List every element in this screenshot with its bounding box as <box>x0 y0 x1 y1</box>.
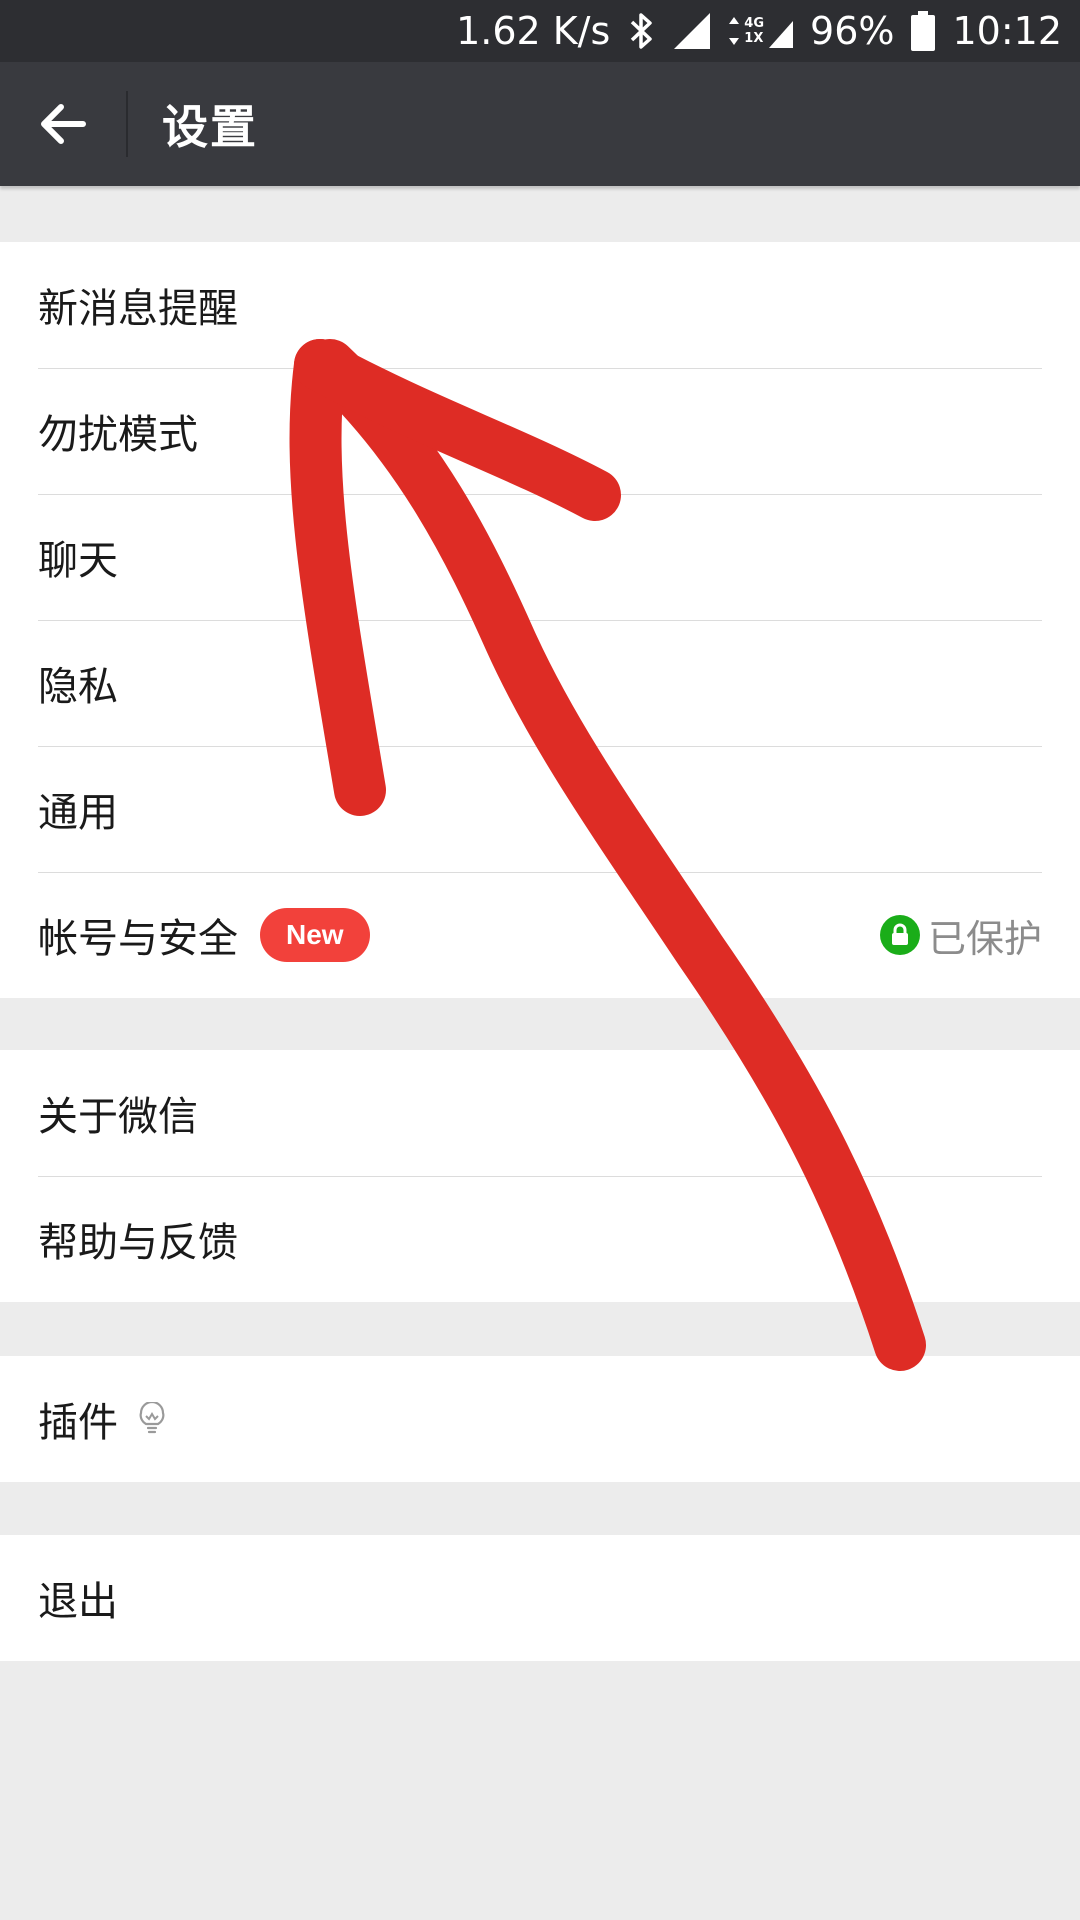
setting-item-label: 新消息提醒 <box>38 286 238 332</box>
setting-item-new-message-notification[interactable]: 新消息提醒 <box>0 242 1080 368</box>
setting-item-label: 隐私 <box>38 664 118 710</box>
setting-item-help-feedback[interactable]: 帮助与反馈 <box>0 1176 1080 1302</box>
battery-percent: 96% <box>810 9 895 53</box>
settings-page: 1.62 K/s 4G 1X 96% 10:12 设置 新消息提醒 勿扰模式 聊… <box>0 0 1080 1920</box>
setting-item-plugins[interactable]: 插件 <box>0 1356 1080 1482</box>
network-type-bottom: 1X <box>744 31 764 46</box>
battery-icon <box>910 10 936 52</box>
setting-item-chat[interactable]: 聊天 <box>0 494 1080 620</box>
settings-group-logout: 退出 <box>0 1535 1080 1661</box>
status-bar: 1.62 K/s 4G 1X 96% 10:12 <box>0 0 1080 62</box>
page-title: 设置 <box>162 100 258 154</box>
settings-group-plugins: 插件 <box>0 1356 1080 1482</box>
lock-icon <box>879 915 920 955</box>
setting-item-logout[interactable]: 退出 <box>0 1535 1080 1661</box>
setting-item-about-wechat[interactable]: 关于微信 <box>0 1050 1080 1176</box>
setting-item-label: 插件 <box>38 1400 118 1446</box>
lightbulb-icon <box>138 1402 166 1436</box>
setting-item-label: 聊天 <box>38 538 118 584</box>
settings-group-about: 关于微信 帮助与反馈 <box>0 1050 1080 1302</box>
toolbar-divider <box>126 91 128 157</box>
setting-item-label: 退出 <box>38 1579 118 1625</box>
setting-item-label: 帐号与安全 <box>38 916 238 962</box>
signal-icon <box>672 11 712 51</box>
settings-group-main: 新消息提醒 勿扰模式 聊天 隐私 通用 帐号与安全 New 已保护 <box>0 242 1080 998</box>
bluetooth-icon <box>626 11 656 51</box>
setting-item-do-not-disturb[interactable]: 勿扰模式 <box>0 368 1080 494</box>
network-speed: 1.62 K/s <box>456 9 611 53</box>
arrow-left-icon <box>41 104 86 144</box>
data-signal-icon: 4G 1X <box>728 13 794 49</box>
protection-status-text: 已保护 <box>927 916 1042 961</box>
network-type-top: 4G <box>744 16 765 31</box>
setting-item-account-security[interactable]: 帐号与安全 New 已保护 <box>0 872 1080 998</box>
new-badge: New <box>260 908 370 962</box>
toolbar: 设置 <box>0 62 1080 186</box>
setting-item-privacy[interactable]: 隐私 <box>0 620 1080 746</box>
setting-item-label: 帮助与反馈 <box>38 1220 238 1266</box>
setting-item-general[interactable]: 通用 <box>0 746 1080 872</box>
protection-status: 已保护 <box>879 908 1042 963</box>
setting-item-label: 关于微信 <box>38 1094 198 1140</box>
setting-item-label: 勿扰模式 <box>38 412 198 458</box>
setting-item-label: 通用 <box>38 790 118 836</box>
clock: 10:12 <box>952 9 1062 53</box>
back-button[interactable] <box>0 62 126 186</box>
